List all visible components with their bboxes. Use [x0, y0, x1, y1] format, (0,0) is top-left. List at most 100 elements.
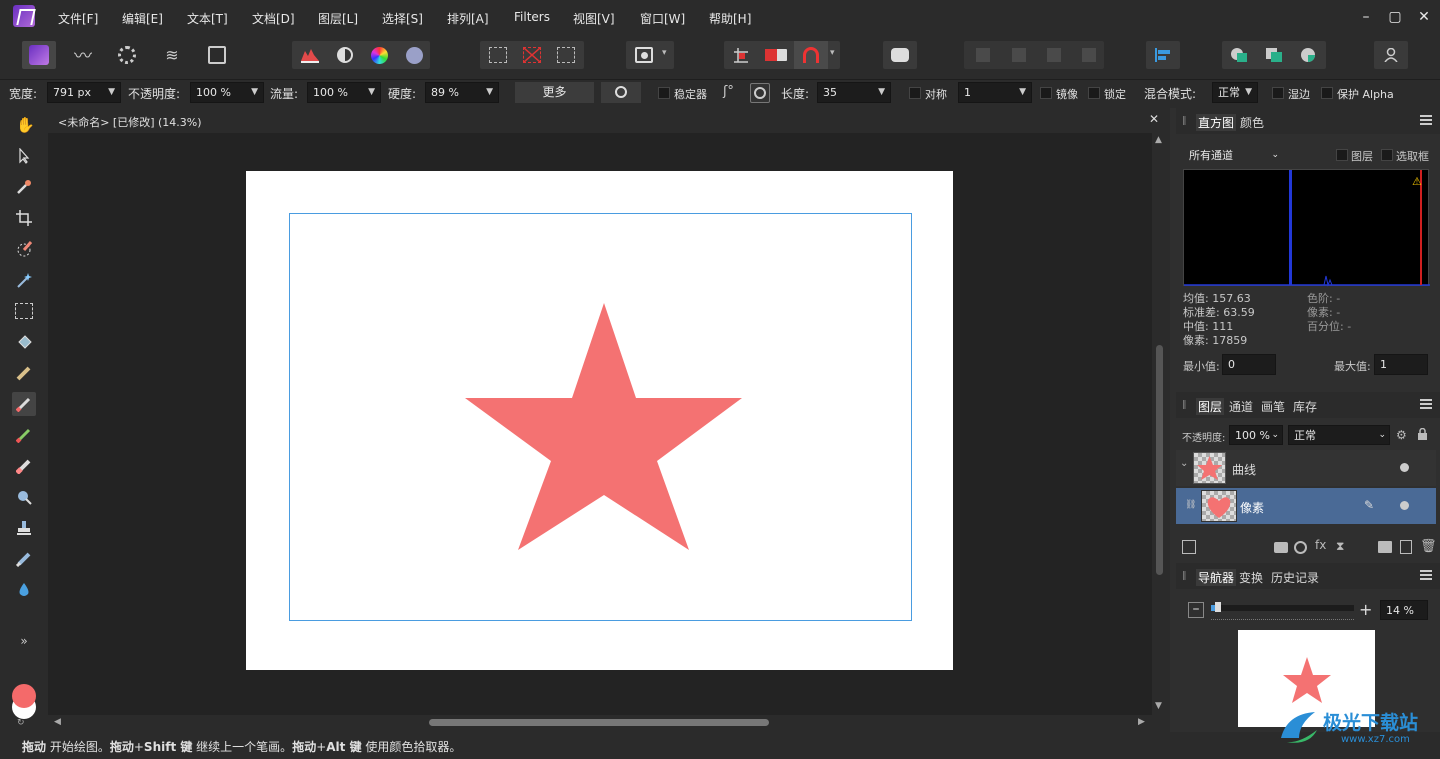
layer-checkbox[interactable] — [1336, 149, 1348, 161]
select-all-icon[interactable] — [489, 47, 507, 63]
erase-brush-tool[interactable] — [12, 454, 36, 478]
tab-navigator[interactable]: 导航器 — [1196, 569, 1237, 586]
layer-row-curves[interactable]: ⌄ 曲线 — [1176, 450, 1436, 486]
grid-icon[interactable] — [732, 46, 750, 64]
symmetry-checkbox[interactable] — [909, 87, 921, 99]
flood-fill-tool[interactable] — [12, 330, 36, 354]
live-filter-icon[interactable]: ⧗ — [1336, 539, 1344, 554]
intersect-shapes-icon[interactable] — [1300, 47, 1318, 63]
lock-checkbox[interactable] — [1088, 87, 1100, 99]
max-field[interactable]: 1 — [1374, 354, 1428, 375]
invert-selection-icon[interactable] — [557, 47, 575, 63]
crop-tool[interactable] — [12, 206, 36, 230]
length-field[interactable]: 35 ▼ — [817, 82, 891, 103]
link-icon[interactable]: ⛓ — [1185, 500, 1196, 510]
opacity-field[interactable]: 100 % ▼ — [190, 82, 264, 103]
more-button[interactable]: 更多 — [515, 82, 594, 103]
add-pixel-layer-icon[interactable] — [1400, 540, 1412, 554]
levels-icon[interactable] — [301, 47, 319, 63]
menu-arrange[interactable]: 排列[A] — [447, 10, 489, 27]
mask-icon[interactable] — [1274, 542, 1288, 553]
scroll-down-icon[interactable]: ▼ — [1155, 701, 1162, 711]
tab-layers[interactable]: 图层 — [1196, 398, 1225, 415]
zoom-out-button[interactable]: – — [1188, 602, 1204, 618]
move-tool[interactable] — [12, 144, 36, 168]
healing-brush-tool[interactable] — [12, 547, 36, 571]
expand-icon[interactable]: ⌄ — [1180, 458, 1188, 469]
view-tool[interactable]: ✋ — [12, 113, 36, 137]
rope-mode-icon[interactable]: ʃ° — [723, 84, 743, 102]
marquee-checkbox[interactable] — [1381, 149, 1393, 161]
deselect-icon[interactable] — [523, 47, 541, 63]
chevron-down-icon[interactable]: ▾ — [830, 48, 835, 58]
add-shapes-icon[interactable] — [1230, 47, 1248, 63]
horizontal-scroll-thumb[interactable] — [429, 719, 769, 726]
tab-transform[interactable]: 变换 — [1239, 569, 1263, 586]
flow-field[interactable]: 100 % ▼ — [307, 82, 381, 103]
min-field[interactable]: 0 — [1222, 354, 1276, 375]
zoom-field[interactable]: 14 % — [1380, 600, 1428, 620]
horizontal-scrollbar[interactable]: ◀ ▶ — [48, 715, 1152, 731]
assistant-icon[interactable] — [765, 49, 787, 61]
tab-channels[interactable]: 通道 — [1229, 398, 1253, 415]
photo-persona-button[interactable] — [22, 41, 56, 69]
tab-histogram[interactable]: 直方图 — [1196, 114, 1237, 131]
force-pressure-button[interactable] — [601, 82, 641, 103]
assistant-manager-button[interactable] — [883, 41, 917, 69]
subtract-shapes-icon[interactable] — [1265, 47, 1283, 63]
scroll-left-icon[interactable]: ◀ — [54, 717, 61, 727]
menu-filters[interactable]: Filters — [514, 10, 550, 24]
color-picker-tool[interactable] — [12, 175, 36, 199]
menu-text[interactable]: 文本[T] — [187, 10, 228, 27]
quick-mask-button[interactable]: ▾ — [626, 41, 674, 69]
menu-view[interactable]: 视图[V] — [573, 10, 615, 27]
stabilizer-checkbox[interactable] — [658, 87, 670, 99]
menu-window[interactable]: 窗口[W] — [640, 10, 685, 27]
menu-help[interactable]: 帮助[H] — [709, 10, 751, 27]
clone-brush-tool[interactable] — [12, 516, 36, 540]
folder-icon[interactable] — [1378, 541, 1392, 553]
menu-file[interactable]: 文件[F] — [58, 10, 98, 27]
scroll-up-icon[interactable]: ▲ — [1155, 135, 1162, 145]
develop-persona-button[interactable] — [110, 41, 144, 69]
move-backward-icon[interactable] — [1012, 48, 1026, 62]
alignment-button[interactable] — [1146, 41, 1180, 69]
menu-select[interactable]: 选择[S] — [382, 10, 423, 27]
blur-brush-tool[interactable] — [12, 578, 36, 602]
zoom-in-button[interactable]: + — [1359, 600, 1372, 619]
zoom-slider-thumb[interactable] — [1215, 602, 1222, 612]
layer-blend-select[interactable]: 正常 ⌄ — [1288, 425, 1390, 445]
menu-document[interactable]: 文档[D] — [252, 10, 295, 27]
tab-history[interactable]: 历史记录 — [1271, 569, 1319, 586]
export-persona-button[interactable] — [200, 41, 234, 69]
lock-icon[interactable] — [1418, 427, 1427, 440]
menu-edit[interactable]: 编辑[E] — [122, 10, 163, 27]
fx-icon[interactable]: fx — [1315, 538, 1326, 552]
primary-color-swatch[interactable] — [12, 684, 36, 708]
scroll-right-icon[interactable]: ▶ — [1138, 717, 1145, 727]
panel-menu-icon[interactable] — [1420, 570, 1432, 580]
width-field[interactable]: 791 px ▼ — [47, 82, 121, 103]
vertical-scroll-thumb[interactable] — [1156, 345, 1163, 575]
layer-opacity-field[interactable]: 100 % ⌄ — [1229, 425, 1283, 445]
paint-brush-tool[interactable] — [12, 392, 36, 416]
visibility-dot[interactable] — [1400, 463, 1409, 472]
gear-icon[interactable]: ⚙ — [1396, 428, 1407, 442]
window-mode-icon[interactable] — [750, 83, 770, 103]
liquify-persona-button[interactable]: 〰 — [66, 41, 100, 69]
panel-menu-icon[interactable] — [1420, 399, 1432, 409]
grip-icon[interactable]: ‖ — [1182, 116, 1187, 126]
white-balance-icon[interactable] — [406, 47, 423, 64]
protect-alpha-checkbox[interactable] — [1321, 87, 1333, 99]
color-replacement-tool[interactable] — [12, 423, 36, 447]
maximize-icon[interactable]: ▢ — [1387, 9, 1403, 25]
document-tab[interactable]: <未命名> [已修改] (14.3%) ✕ — [48, 108, 1168, 132]
selection-brush-tool[interactable] — [12, 237, 36, 261]
marquee-tool[interactable] — [12, 299, 36, 323]
layer-row-pixel[interactable]: ⛓ 像素 ✎ — [1176, 488, 1436, 524]
trash-icon[interactable]: 🗑 — [1420, 539, 1437, 554]
move-forward-icon[interactable] — [1047, 48, 1061, 62]
close-document-icon[interactable]: ✕ — [1149, 112, 1159, 126]
mirror-checkbox[interactable] — [1040, 87, 1052, 99]
menu-layer[interactable]: 图层[L] — [318, 10, 358, 27]
